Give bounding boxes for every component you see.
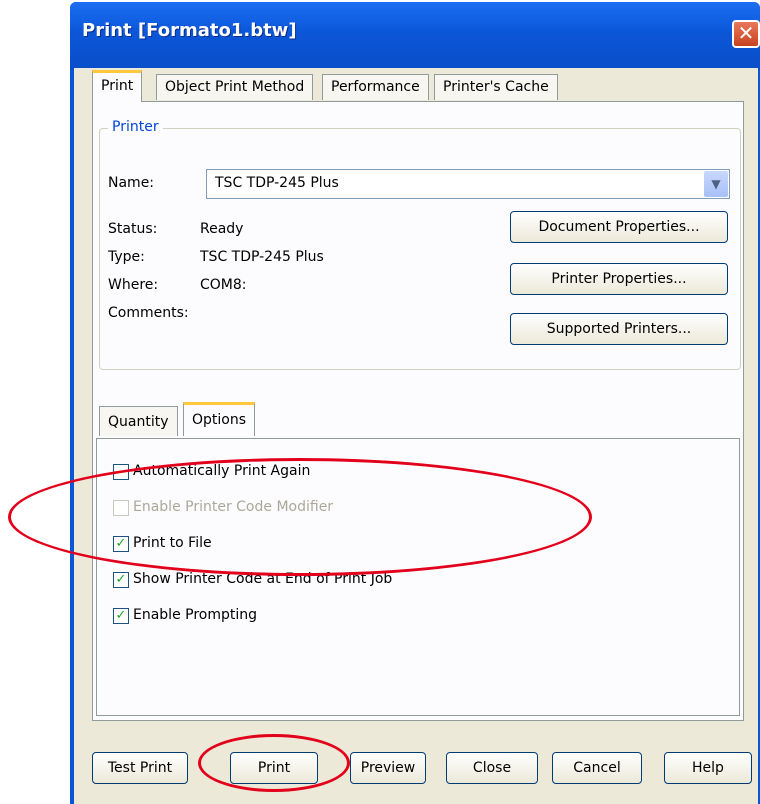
tab-printers-cache[interactable]: Printer's Cache <box>434 74 558 100</box>
where-label: Where: <box>108 277 159 293</box>
subtab-options[interactable]: Options <box>183 402 256 436</box>
cancel-button[interactable]: Cancel <box>552 752 642 784</box>
where-value: COM8: <box>200 277 247 293</box>
printer-name-select[interactable]: TSC TDP-245 Plus ▼ <box>206 169 730 199</box>
annotation-ellipse-print <box>198 734 350 792</box>
type-value: TSC TDP-245 Plus <box>200 249 324 265</box>
title-bar[interactable]: Print [Formato1.btw] ✕ <box>70 2 760 70</box>
annotation-ellipse-options <box>8 458 592 576</box>
dialog-body: Print Object Print Method Performance Pr… <box>74 68 758 804</box>
print-tab-panel: Printer Name: TSC TDP-245 Plus ▼ Status:… <box>92 101 744 721</box>
window-title: Print [Formato1.btw] <box>82 20 297 41</box>
status-value: Ready <box>200 221 244 237</box>
supported-printers-button[interactable]: Supported Printers... <box>510 313 728 345</box>
printer-group: Printer Name: TSC TDP-245 Plus ▼ Status:… <box>99 119 741 370</box>
test-print-button[interactable]: Test Print <box>92 752 188 784</box>
checkmark-icon[interactable]: ✓ <box>113 572 129 588</box>
help-button[interactable]: Help <box>664 752 752 784</box>
close-button[interactable]: Close <box>446 752 538 784</box>
enable-prompting-label: Enable Prompting <box>133 607 258 623</box>
type-label: Type: <box>108 249 145 265</box>
tab-object-print-method[interactable]: Object Print Method <box>156 74 314 100</box>
print-dialog: Print [Formato1.btw] ✕ Print Object Prin… <box>70 2 760 804</box>
printer-properties-button[interactable]: Printer Properties... <box>510 263 728 295</box>
document-properties-button[interactable]: Document Properties... <box>510 211 728 243</box>
close-icon[interactable]: ✕ <box>732 20 760 48</box>
chevron-down-icon[interactable]: ▼ <box>704 171 728 197</box>
checkmark-icon[interactable]: ✓ <box>113 608 129 624</box>
preview-button[interactable]: Preview <box>350 752 426 784</box>
tab-performance[interactable]: Performance <box>322 74 429 100</box>
tab-print[interactable]: Print <box>92 70 143 102</box>
name-label: Name: <box>108 175 155 191</box>
printer-group-title: Printer <box>108 119 163 135</box>
comments-label: Comments: <box>108 305 189 321</box>
subtab-quantity[interactable]: Quantity <box>99 406 178 436</box>
printer-name-value: TSC TDP-245 Plus <box>215 175 339 191</box>
status-label: Status: <box>108 221 158 237</box>
